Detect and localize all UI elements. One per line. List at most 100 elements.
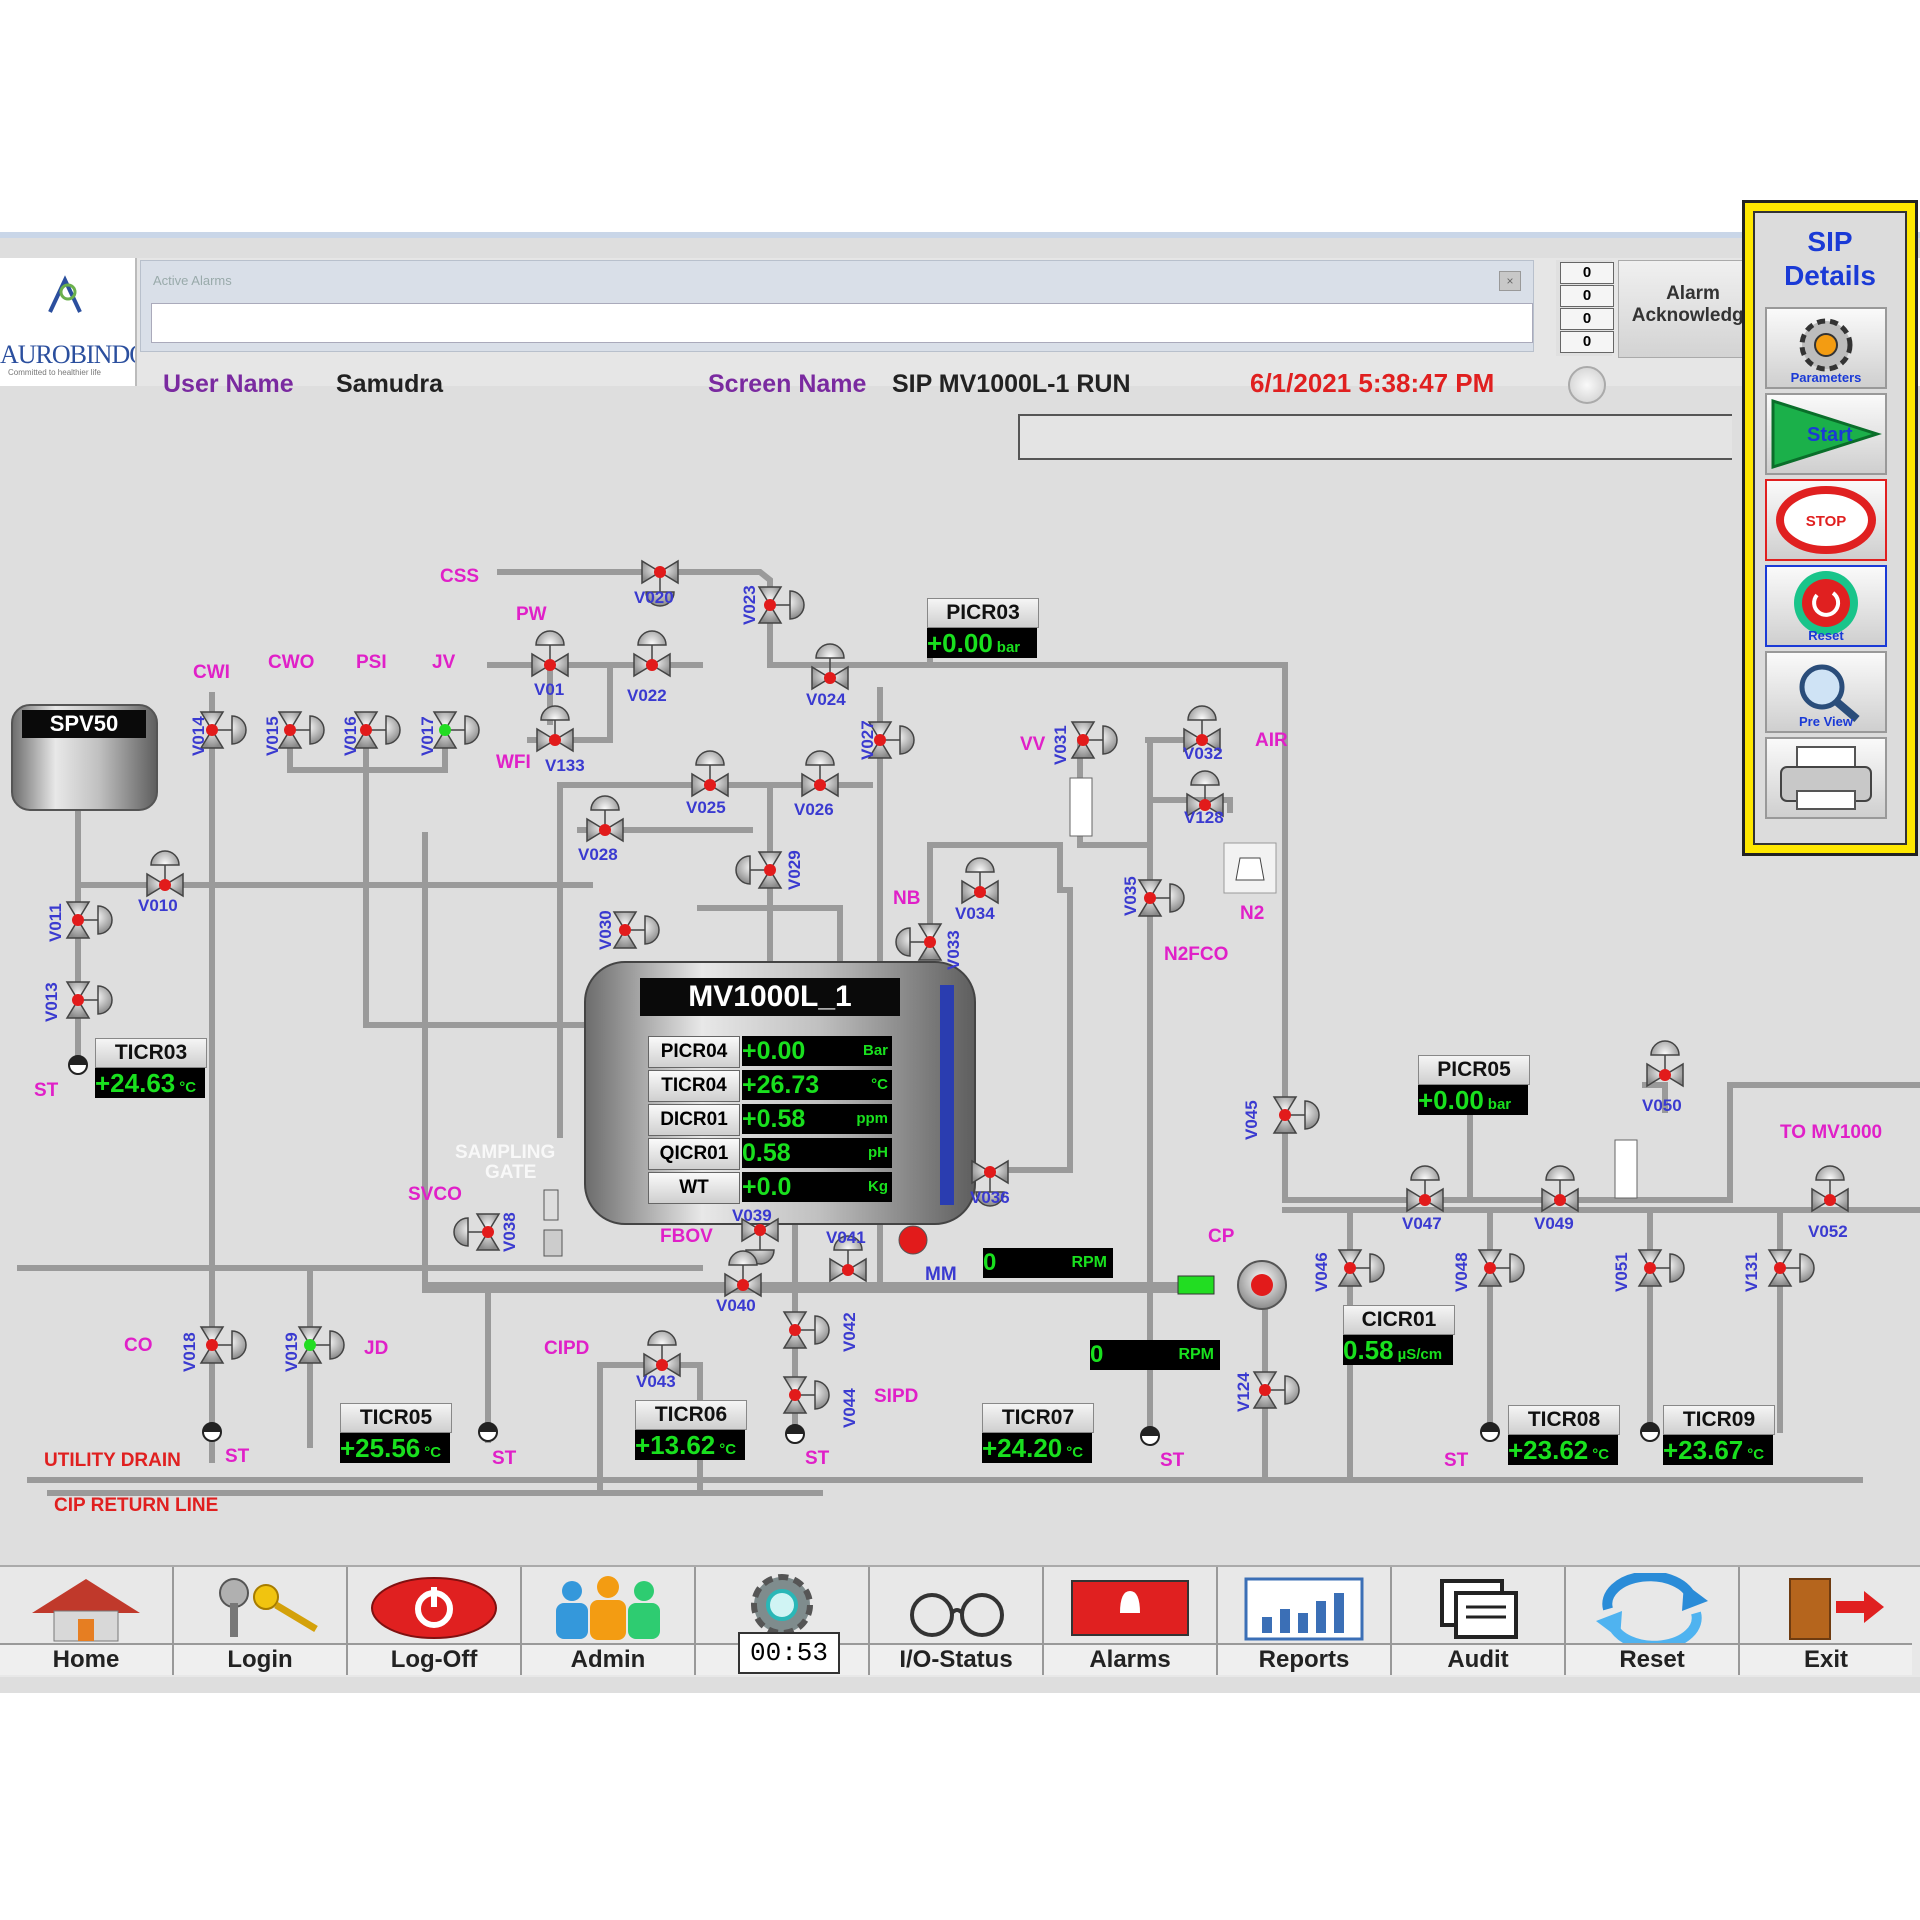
valve-v038[interactable] <box>453 1213 501 1251</box>
valve-v040[interactable] <box>724 1250 762 1298</box>
valve-label: V010 <box>138 896 178 915</box>
valve-v029[interactable] <box>735 851 783 889</box>
tag-value: +24.63 °C <box>95 1068 205 1098</box>
users-icon <box>556 1576 660 1640</box>
valve-v049[interactable] <box>1541 1165 1579 1213</box>
reset-label: Reset <box>1808 628 1844 643</box>
valve-v046[interactable] <box>1337 1249 1385 1287</box>
valve-v124[interactable] <box>1252 1371 1300 1409</box>
valve-v035[interactable] <box>1137 879 1185 917</box>
st-label: ST <box>34 1080 59 1101</box>
spv50-label: SPV50 <box>22 710 146 738</box>
print-button[interactable] <box>1765 737 1887 819</box>
valve-label: V029 <box>785 850 804 890</box>
valve-v015[interactable] <box>277 711 325 749</box>
nav-reports[interactable]: Reports <box>1218 1567 1392 1675</box>
valve-v011[interactable] <box>65 901 113 939</box>
tag-name: TICR09 <box>1663 1405 1775 1435</box>
valve-v030[interactable] <box>612 911 660 949</box>
valve-label: V043 <box>636 1372 676 1391</box>
start-button[interactable]: Start <box>1765 393 1887 475</box>
start-label: Start <box>1807 424 1853 446</box>
tank-row-picr04: PICR04 +0.00 Bar <box>648 1036 894 1068</box>
cip-return-line-label: CIP RETURN LINE <box>54 1495 219 1516</box>
preview-label: Pre View <box>1799 714 1853 729</box>
valve-v031[interactable] <box>1070 721 1118 759</box>
valve-v043[interactable] <box>643 1330 681 1378</box>
nav-admin[interactable]: Admin <box>522 1567 696 1675</box>
valve-v133[interactable] <box>536 705 574 753</box>
valve-v052[interactable] <box>1811 1165 1849 1213</box>
ticr03-indicator: TICR03 +24.63 °C <box>95 1038 207 1102</box>
valve-v023[interactable] <box>757 586 805 624</box>
mm-label: MM <box>925 1264 957 1285</box>
valve-v051[interactable] <box>1637 1249 1685 1287</box>
valve-v033[interactable] <box>895 923 943 961</box>
tank-name: MV1000L_1 <box>640 978 900 1016</box>
utility-drain-label: UTILITY DRAIN <box>44 1450 181 1471</box>
valve-label: V041 <box>826 1228 866 1247</box>
cicr01-indicator: CICR01 0.58 µS/cm <box>1343 1305 1455 1369</box>
valve-label: V018 <box>180 1332 199 1372</box>
tag-name: TICR06 <box>635 1400 747 1430</box>
valve-v019[interactable] <box>297 1326 345 1364</box>
sampling-label: SAMPLING <box>455 1142 556 1163</box>
nav-io-status[interactable]: I/O-Status <box>870 1567 1044 1675</box>
valve-v022[interactable] <box>633 630 671 678</box>
nav-label: Login <box>174 1643 346 1675</box>
valve-v025[interactable] <box>691 750 729 798</box>
nav-audit[interactable]: Audit <box>1392 1567 1566 1675</box>
ticr08-indicator: TICR08 +23.62 °C <box>1508 1405 1620 1469</box>
sampling-gate-icon <box>543 1189 559 1221</box>
jv-label: JV <box>432 652 456 673</box>
parameters-button[interactable]: Parameters <box>1765 307 1887 389</box>
st-label: ST <box>492 1448 517 1469</box>
valve-v048[interactable] <box>1477 1249 1525 1287</box>
stop-icon: STOP <box>1776 486 1876 554</box>
st-label: ST <box>225 1446 250 1467</box>
valve-label: V017 <box>418 716 437 756</box>
nav-label: I/O-Status <box>870 1643 1042 1675</box>
exit-door-icon <box>1789 1578 1884 1640</box>
tag-name: TICR07 <box>982 1403 1094 1433</box>
nav-reset[interactable]: Reset <box>1566 1567 1740 1675</box>
valve-v010[interactable] <box>146 850 184 898</box>
nb-label: NB <box>893 888 921 909</box>
tag-value: +0.00 bar <box>1418 1085 1528 1115</box>
valve-v131[interactable] <box>1767 1249 1815 1287</box>
valve-v042[interactable] <box>782 1311 830 1349</box>
valve-label: V133 <box>545 756 585 775</box>
valve-v026[interactable] <box>801 750 839 798</box>
n2-label: N2 <box>1240 903 1265 924</box>
st-label: ST <box>1444 1450 1469 1471</box>
parameters-label: Parameters <box>1790 370 1862 385</box>
valve-v050[interactable] <box>1646 1040 1684 1088</box>
nav-log-off[interactable]: Log-Off <box>348 1567 522 1675</box>
nav-login[interactable]: Login <box>174 1567 348 1675</box>
reset-button[interactable]: Reset <box>1765 565 1887 647</box>
nav-home[interactable]: Home <box>0 1567 174 1675</box>
valve-v034[interactable] <box>961 857 999 905</box>
jd-label: JD <box>364 1338 389 1359</box>
valve-v016[interactable] <box>353 711 401 749</box>
tag-name: TICR08 <box>1508 1405 1620 1435</box>
sipd-label: SIPD <box>874 1386 919 1407</box>
preview-button[interactable]: Pre View <box>1765 651 1887 733</box>
pump-rpm-display: 0 RPM <box>1090 1340 1220 1370</box>
valve-v018[interactable] <box>199 1326 247 1364</box>
valve-v028[interactable] <box>586 795 624 843</box>
valve-label: V036 <box>970 1188 1010 1207</box>
valve-v045[interactable] <box>1272 1096 1320 1134</box>
valve-v013[interactable] <box>65 981 113 1019</box>
valve-label: V020 <box>634 588 674 607</box>
nav-alarms[interactable]: Alarms <box>1044 1567 1218 1675</box>
valve-v047[interactable] <box>1406 1165 1444 1213</box>
nav-exit[interactable]: Exit <box>1740 1567 1912 1675</box>
valve-v01[interactable] <box>531 630 569 678</box>
stop-button[interactable]: STOP <box>1765 479 1887 561</box>
valve-v044[interactable] <box>782 1376 830 1414</box>
valve-label: V01 <box>534 680 565 699</box>
valve-label: V048 <box>1452 1252 1471 1292</box>
st-label: ST <box>1160 1450 1185 1471</box>
valve-v017[interactable] <box>432 711 480 749</box>
